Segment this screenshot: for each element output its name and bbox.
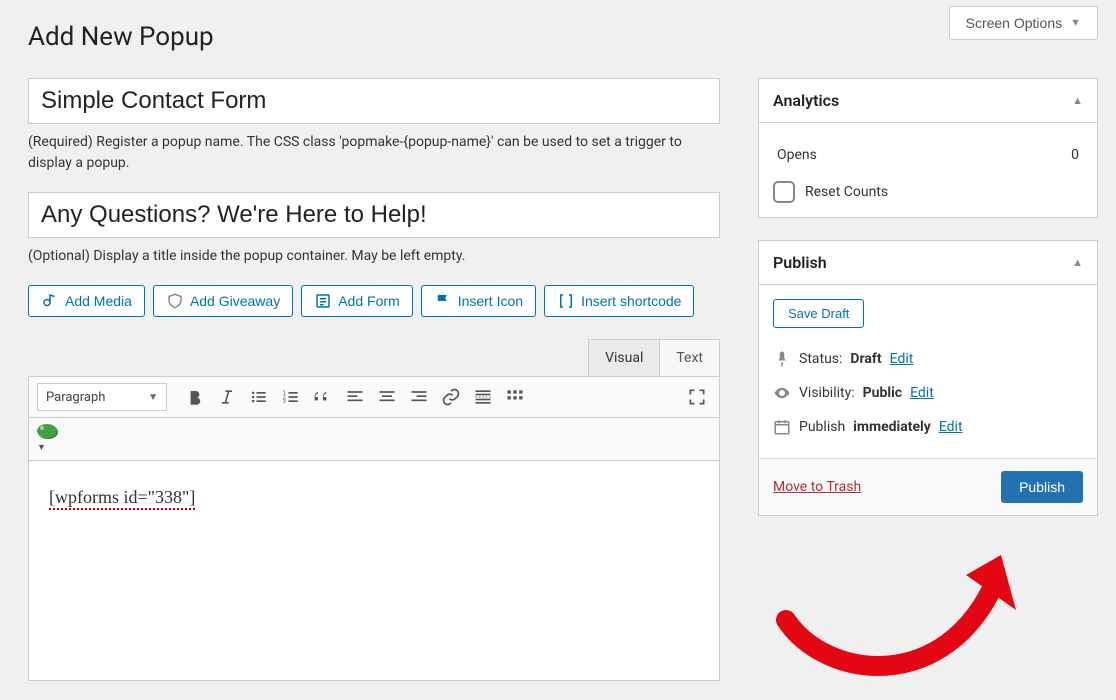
analytics-heading: Analytics	[773, 91, 839, 110]
chevron-down-icon: ▼	[148, 392, 158, 403]
green-orb-icon	[37, 424, 57, 438]
bold-button[interactable]	[181, 383, 209, 411]
analytics-opens-value: 0	[1071, 147, 1079, 163]
analytics-opens-label: Opens	[777, 147, 817, 163]
editor-toolbar: Paragraph ▼ 123	[28, 376, 720, 418]
annotation-arrow	[766, 520, 1046, 700]
plugin-button[interactable]: ▼	[37, 424, 57, 454]
media-button-row: Add Media Add Giveaway Add Form Insert I…	[28, 285, 720, 317]
popup-name-hint: (Required) Register a popup name. The CS…	[28, 132, 720, 174]
add-media-button[interactable]: Add Media	[28, 285, 145, 317]
numbered-list-button[interactable]: 123	[277, 383, 305, 411]
screen-options-toggle[interactable]: Screen Options ▼	[949, 6, 1098, 40]
popup-title-hint: (Optional) Display a title inside the po…	[28, 246, 720, 267]
publish-heading: Publish	[773, 253, 827, 272]
popup-name-input[interactable]	[28, 78, 720, 124]
align-right-button[interactable]	[405, 383, 433, 411]
align-left-button[interactable]	[341, 383, 369, 411]
publish-button[interactable]: Publish	[1001, 471, 1083, 503]
editor-tabs: Visual Text	[28, 339, 720, 376]
tab-text[interactable]: Text	[659, 339, 720, 376]
status-value: Draft	[850, 351, 881, 367]
schedule-edit-link[interactable]: Edit	[939, 419, 963, 435]
camera-music-icon	[41, 292, 59, 310]
toolbar-toggle-button[interactable]	[501, 383, 529, 411]
bullet-list-button[interactable]	[245, 383, 273, 411]
calendar-icon	[773, 418, 791, 436]
save-draft-button[interactable]: Save Draft	[773, 299, 864, 328]
svg-text:3: 3	[283, 399, 286, 405]
tab-visual[interactable]: Visual	[588, 339, 660, 376]
chevron-up-icon: ▲	[1072, 94, 1083, 107]
popup-title-input[interactable]	[28, 192, 720, 238]
brackets-icon	[557, 292, 575, 310]
insert-shortcode-button[interactable]: Insert shortcode	[544, 285, 694, 317]
form-icon	[314, 292, 332, 310]
fullscreen-button[interactable]	[683, 383, 711, 411]
schedule-value: immediately	[853, 419, 931, 435]
status-label: Status:	[799, 351, 842, 367]
reset-counts-checkbox[interactable]	[773, 181, 795, 203]
link-button[interactable]	[437, 383, 465, 411]
read-more-button[interactable]	[469, 383, 497, 411]
editor-shortcode-text: [wpforms id="338"]	[49, 487, 195, 510]
chevron-up-icon: ▲	[1072, 256, 1083, 269]
schedule-prefix: Publish	[799, 419, 845, 435]
flag-icon	[434, 292, 452, 310]
insert-icon-button[interactable]: Insert Icon	[421, 285, 536, 317]
add-form-button[interactable]: Add Form	[301, 285, 412, 317]
status-edit-link[interactable]: Edit	[890, 351, 914, 367]
align-center-button[interactable]	[373, 383, 401, 411]
analytics-header[interactable]: Analytics ▲	[759, 79, 1097, 123]
visibility-label: Visibility:	[799, 385, 855, 401]
move-to-trash-link[interactable]: Move to Trash	[773, 479, 861, 495]
editor-toolbar-row2: ▼	[28, 418, 720, 461]
editor-content-area[interactable]: [wpforms id="338"]	[28, 461, 720, 681]
publish-header[interactable]: Publish ▲	[759, 241, 1097, 285]
reset-counts-label: Reset Counts	[805, 184, 888, 200]
blockquote-button[interactable]	[309, 383, 337, 411]
pin-icon	[773, 350, 791, 368]
main-column: (Required) Register a popup name. The CS…	[28, 78, 720, 681]
sidebar: Analytics ▲ Opens 0 Reset Counts Publish…	[758, 78, 1098, 538]
chevron-down-icon: ▼	[37, 443, 46, 453]
eye-icon	[773, 384, 791, 402]
chevron-down-icon: ▼	[1070, 17, 1081, 29]
format-select[interactable]: Paragraph ▼	[37, 383, 167, 411]
visibility-edit-link[interactable]: Edit	[910, 385, 934, 401]
screen-options-label: Screen Options	[966, 15, 1063, 31]
visibility-value: Public	[863, 385, 902, 401]
analytics-box: Analytics ▲ Opens 0 Reset Counts	[758, 78, 1098, 218]
italic-button[interactable]	[213, 383, 241, 411]
add-giveaway-button[interactable]: Add Giveaway	[153, 285, 293, 317]
publish-box: Publish ▲ Save Draft Status: Draft Edit …	[758, 240, 1098, 516]
shield-icon	[166, 292, 184, 310]
